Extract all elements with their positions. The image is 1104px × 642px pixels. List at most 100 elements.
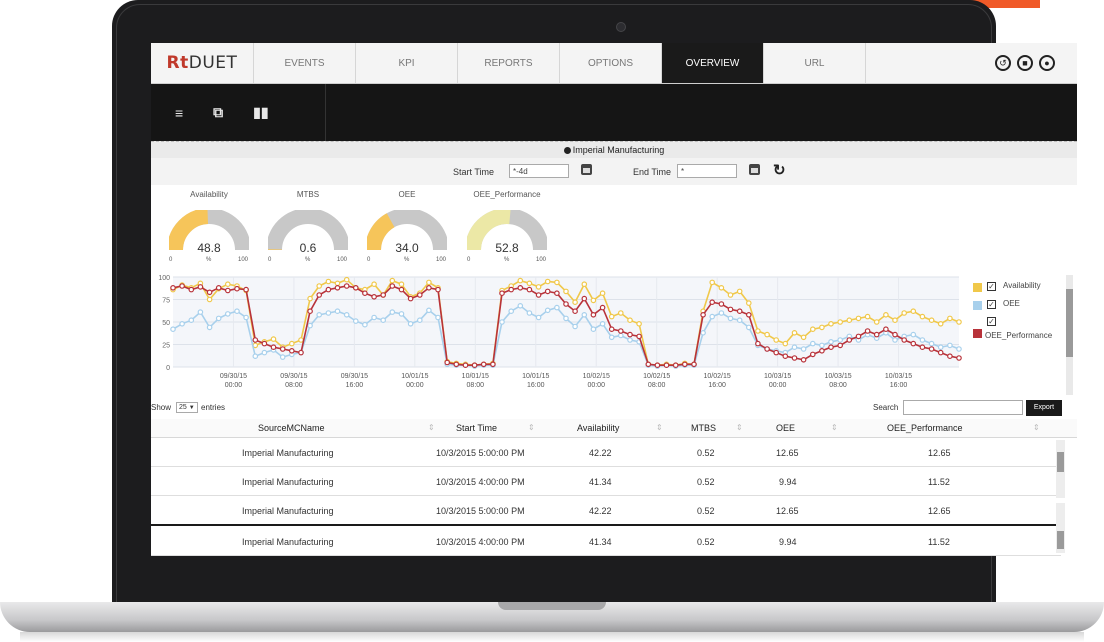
column-header-sourcemcname[interactable]: SourceMCName	[258, 423, 325, 433]
bar-chart-icon[interactable]: ▮▮	[253, 104, 268, 121]
legend-item-oee[interactable]: ✓ OEE	[973, 299, 1063, 317]
data-point	[681, 361, 688, 368]
data-point	[270, 336, 277, 342]
tab-options[interactable]: OPTIONS	[560, 43, 662, 83]
data-point	[535, 314, 542, 321]
scrollbar-thumb[interactable]	[1057, 452, 1064, 472]
history-icon[interactable]: ↺	[995, 55, 1011, 71]
scrollbar-thumb[interactable]	[1066, 289, 1073, 357]
data-point	[718, 310, 725, 316]
data-point	[627, 337, 633, 343]
data-point	[535, 292, 542, 298]
data-point	[636, 320, 642, 327]
end-time-input[interactable]: *	[677, 164, 737, 178]
data-point	[526, 286, 533, 293]
data-point	[809, 351, 816, 358]
start-time-input[interactable]: *-4d	[509, 164, 569, 178]
column-header-oee[interactable]: OEE	[776, 423, 795, 433]
sort-icon[interactable]: ⇕	[1033, 423, 1040, 432]
data-point	[426, 279, 432, 286]
legend-item-availability[interactable]: ✓ Availability	[973, 281, 1063, 299]
filter-icon[interactable]: ⧉	[213, 104, 223, 121]
column-header-availability[interactable]: Availability	[577, 423, 619, 433]
sort-icon[interactable]: ⇕	[656, 423, 663, 432]
gauge-oee-performance: OEE_Performance 52.8 0 % 100	[457, 190, 557, 268]
legend-checkbox[interactable]: ✓	[987, 300, 996, 309]
data-point	[937, 349, 944, 356]
cell-oee: 9.94	[779, 477, 797, 487]
data-point	[764, 346, 770, 352]
start-calendar-icon[interactable]	[581, 164, 592, 175]
data-point	[581, 281, 588, 288]
entries-select-value: 25	[179, 404, 187, 411]
lock-icon[interactable]: ■	[1017, 55, 1033, 71]
data-point	[435, 286, 441, 293]
data-point	[910, 331, 917, 338]
x-tick-label: 09/30/15	[280, 373, 307, 380]
column-header-mtbs[interactable]: MTBS	[691, 423, 716, 433]
tab-url[interactable]: URL	[764, 43, 866, 83]
data-point	[892, 337, 898, 343]
legend-item-oee-performance[interactable]: ✓ OEE_Performance	[973, 317, 1063, 355]
data-point	[928, 340, 935, 347]
cell-mtbs: 0.52	[697, 448, 715, 458]
export-button[interactable]: Export	[1026, 400, 1062, 416]
data-point	[270, 344, 277, 351]
show-label: Show	[151, 403, 172, 412]
data-point	[590, 311, 597, 318]
camera-icon	[616, 22, 626, 32]
gauge-unit: %	[206, 257, 212, 263]
data-point	[745, 311, 752, 318]
end-calendar-icon[interactable]	[749, 164, 760, 175]
data-point	[371, 281, 377, 288]
x-tick-label: 16:00	[708, 382, 726, 389]
tab-reports[interactable]: REPORTS	[458, 43, 560, 83]
data-point	[910, 308, 917, 315]
data-point	[353, 318, 359, 324]
data-point	[563, 315, 569, 322]
data-point	[608, 326, 615, 333]
data-point	[225, 287, 231, 294]
record-icon[interactable]: ●	[1039, 55, 1055, 71]
sort-icon[interactable]: ⇕	[736, 423, 743, 432]
sort-icon[interactable]: ⇕	[831, 423, 838, 432]
x-tick-label: 08:00	[648, 382, 666, 389]
x-tick-label: 16:00	[527, 382, 545, 389]
data-point	[362, 290, 368, 297]
list-icon[interactable]: ≡	[175, 105, 183, 121]
tab-kpi[interactable]: KPI	[356, 43, 458, 83]
refresh-icon[interactable]: ↻	[773, 161, 786, 179]
tab-events[interactable]: EVENTS	[254, 43, 356, 83]
entries-select[interactable]: 25 ▼	[176, 402, 198, 413]
search-input[interactable]	[903, 400, 1023, 415]
column-header-oee-performance[interactable]: OEE_Performance	[887, 423, 963, 433]
data-point	[947, 315, 953, 322]
brand-logo[interactable]: Rt DUET	[151, 43, 254, 83]
table-row[interactable]: Imperial Manufacturing 10/3/2015 5:00:00…	[151, 496, 1061, 526]
legend-checkbox[interactable]: ✓	[987, 317, 996, 326]
data-point	[535, 284, 542, 290]
data-point	[307, 308, 313, 315]
data-point	[956, 355, 962, 361]
data-point	[782, 340, 789, 347]
table-scrollbar[interactable]	[1056, 440, 1065, 498]
gauge-min: 0	[169, 257, 173, 263]
legend-checkbox[interactable]: ✓	[987, 282, 996, 291]
data-point	[499, 319, 505, 325]
tab-overview[interactable]: OVERVIEW	[662, 43, 764, 83]
table-scrollbar[interactable]	[1056, 503, 1065, 553]
data-point	[755, 328, 761, 334]
data-point	[298, 337, 304, 343]
gauge-mtbs: MTBS 0.6 0 % 100	[258, 190, 358, 268]
table-row[interactable]: Imperial Manufacturing 10/3/2015 4:00:00…	[151, 527, 1061, 556]
data-point	[727, 315, 734, 322]
data-point	[398, 311, 405, 317]
scrollbar-thumb[interactable]	[1057, 531, 1064, 549]
table-row[interactable]: Imperial Manufacturing 10/3/2015 5:00:00…	[151, 438, 1061, 467]
column-header-start-time[interactable]: Start Time	[456, 423, 497, 433]
sort-icon[interactable]: ⇕	[428, 423, 435, 432]
chart-scrollbar[interactable]	[1066, 275, 1073, 395]
table-row[interactable]: Imperial Manufacturing 10/3/2015 4:00:00…	[151, 467, 1061, 496]
gauge-unit: %	[504, 257, 510, 263]
sort-icon[interactable]: ⇕	[528, 423, 535, 432]
